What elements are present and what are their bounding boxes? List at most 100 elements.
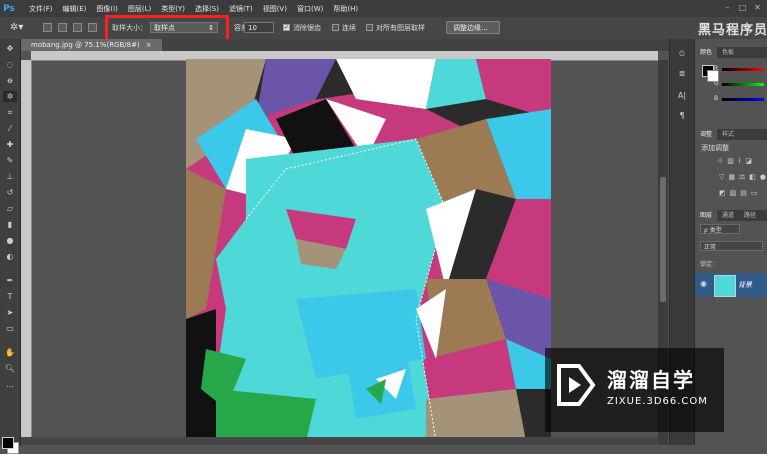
- marquee-tool-icon[interactable]: ◌: [3, 59, 17, 70]
- menu-help[interactable]: 帮助(H): [328, 4, 363, 14]
- tolerance-input[interactable]: 10: [244, 22, 274, 33]
- tools-panel: ✥ ◌ ꝋ ✲ ⌗ ⁄ ✚ ✎ ⊥ ↺ ▱ ▮ ● ◐ ✒ T ➤ ▭ ✋ 🔍︎…: [0, 39, 21, 454]
- eraser-tool-icon[interactable]: ▱: [3, 203, 17, 214]
- layer-thumbnail: [714, 275, 736, 297]
- visibility-eye-icon[interactable]: ◉: [700, 279, 707, 288]
- menu-edit[interactable]: 编辑(E): [58, 4, 92, 14]
- layer-name: 背景: [738, 281, 752, 289]
- crop-tool-icon[interactable]: ⌗: [3, 107, 17, 118]
- contiguous-label: 连续: [342, 23, 356, 32]
- levels-icon[interactable]: ▥: [727, 157, 734, 165]
- photo-filter-icon[interactable]: ●: [760, 173, 766, 181]
- new-selection-icon[interactable]: [43, 22, 52, 33]
- subtract-selection-icon[interactable]: [73, 22, 82, 33]
- all-layers-label: 对所有图层取样: [376, 23, 425, 32]
- red-slider[interactable]: R: [714, 65, 764, 73]
- brightness-icon[interactable]: ☼: [717, 157, 723, 165]
- magic-wand-tool-icon[interactable]: ✲: [3, 91, 17, 102]
- checkbox-empty-icon: [366, 24, 373, 31]
- blue-label: B: [714, 95, 719, 102]
- checkmark-icon: ✓: [283, 24, 290, 31]
- history-brush-icon[interactable]: ↺: [3, 187, 17, 198]
- minimize-icon[interactable]: –: [723, 3, 732, 12]
- refine-edge-button[interactable]: 调整边缘...: [446, 21, 500, 34]
- close-icon[interactable]: ✕: [753, 3, 762, 12]
- brush-tool-icon[interactable]: ✎: [3, 155, 17, 166]
- gradient-tool-icon[interactable]: ▮: [3, 219, 17, 230]
- clone-stamp-icon[interactable]: ⊥: [3, 171, 17, 182]
- menu-image[interactable]: 图像(I): [91, 4, 123, 14]
- magic-wand-tool-preset-icon[interactable]: ✲▾: [10, 22, 23, 33]
- eyedropper-tool-icon[interactable]: ⁄: [3, 123, 17, 134]
- add-selection-icon[interactable]: [58, 22, 67, 33]
- hue-saturation-icon[interactable]: ▦: [728, 173, 735, 181]
- contiguous-checkbox[interactable]: 连续: [332, 22, 356, 33]
- blue-slider[interactable]: B: [714, 95, 764, 103]
- green-slider[interactable]: G: [714, 80, 764, 88]
- dodge-tool-icon[interactable]: ◐: [3, 251, 17, 262]
- tab-paths[interactable]: 路径: [739, 210, 761, 221]
- pen-tool-icon[interactable]: ✒: [3, 275, 17, 286]
- exposure-icon[interactable]: ◪: [745, 157, 752, 165]
- color-balance-icon[interactable]: ⚖: [739, 173, 745, 181]
- adjustment-row-3: ◩ ▨ ▤ ▭: [719, 189, 758, 197]
- curves-icon[interactable]: ⌇: [738, 157, 741, 165]
- blend-mode-select[interactable]: 正常: [700, 241, 763, 251]
- maximize-icon[interactable]: □: [738, 3, 747, 12]
- tolerance-value: 10: [248, 23, 257, 32]
- tab-color[interactable]: 颜色: [695, 47, 718, 58]
- green-label: G: [714, 80, 719, 87]
- move-tool-icon[interactable]: ✥: [3, 43, 17, 54]
- layer-kind-filter[interactable]: ρ 类型: [700, 224, 740, 234]
- document-tab[interactable]: mobang.jpg @ 75.1%(RGB/8#) ×: [21, 39, 162, 51]
- tab-layers[interactable]: 图层: [695, 210, 718, 221]
- healing-brush-icon[interactable]: ✚: [3, 139, 17, 150]
- tab-swatches[interactable]: 色板: [717, 47, 739, 58]
- status-bar: [21, 437, 658, 445]
- layer-kind-value: ρ 类型: [704, 226, 722, 234]
- close-tab-icon[interactable]: ×: [146, 41, 152, 49]
- menu-type[interactable]: 类型(Y): [156, 4, 190, 14]
- path-selection-icon[interactable]: ➤: [3, 307, 17, 318]
- menu-view[interactable]: 视图(V): [258, 4, 292, 14]
- menu-filter[interactable]: 滤镜(T): [224, 4, 258, 14]
- tab-channels[interactable]: 通道: [717, 210, 739, 221]
- vertical-ruler: [21, 60, 32, 445]
- paragraph-panel-icon[interactable]: A|: [676, 91, 688, 101]
- site-watermark: 溜溜自学 ZIXUE.3D66.COM: [545, 348, 724, 432]
- canvas-image[interactable]: [186, 59, 551, 441]
- intersect-selection-icon[interactable]: [88, 22, 97, 33]
- layer-background[interactable]: ◉ 背景: [695, 273, 767, 297]
- play-logo-icon: [557, 364, 596, 406]
- type-tool-icon[interactable]: T: [3, 291, 17, 302]
- menu-layer[interactable]: 图层(L): [123, 4, 156, 14]
- hand-tool-icon[interactable]: ✋: [3, 347, 17, 358]
- menu-select[interactable]: 选择(S): [190, 4, 224, 14]
- threshold-icon[interactable]: ▤: [740, 189, 747, 197]
- menu-file[interactable]: 文件(F): [24, 4, 58, 14]
- sample-size-highlight: [105, 15, 229, 42]
- zoom-tool-icon[interactable]: 🔍︎: [3, 363, 17, 374]
- brand-watermark: 黑马程序员: [698, 23, 767, 38]
- scrollbar-thumb[interactable]: [660, 177, 666, 302]
- tab-styles[interactable]: 样式: [717, 129, 739, 140]
- black-white-icon[interactable]: ◧: [749, 173, 756, 181]
- all-layers-checkbox[interactable]: 对所有图层取样: [366, 22, 425, 33]
- blur-tool-icon[interactable]: ●: [3, 235, 17, 246]
- character-panel-icon[interactable]: ¶: [676, 111, 688, 121]
- vibrance-icon[interactable]: ▽: [719, 173, 724, 181]
- invert-icon[interactable]: ◩: [719, 189, 726, 197]
- tab-adjustments[interactable]: 调整: [695, 129, 718, 140]
- lasso-tool-icon[interactable]: ꝋ: [3, 75, 17, 86]
- extra-tools-icon[interactable]: …: [3, 379, 17, 390]
- watermark-title: 溜溜自学: [607, 368, 695, 392]
- foreground-color-swatch[interactable]: [2, 437, 14, 449]
- properties-panel-icon[interactable]: ≣: [676, 69, 688, 79]
- shape-tool-icon[interactable]: ▭: [3, 323, 17, 334]
- menu-window[interactable]: 窗口(W): [292, 4, 328, 14]
- gradient-map-icon[interactable]: ▭: [751, 189, 758, 197]
- antialias-checkbox[interactable]: ✓ 消除锯齿: [283, 22, 321, 33]
- posterize-icon[interactable]: ▨: [730, 189, 737, 197]
- history-panel-icon[interactable]: ⏲: [676, 49, 688, 59]
- adjustment-row-1: ☼ ▥ ⌇ ◪: [717, 157, 752, 165]
